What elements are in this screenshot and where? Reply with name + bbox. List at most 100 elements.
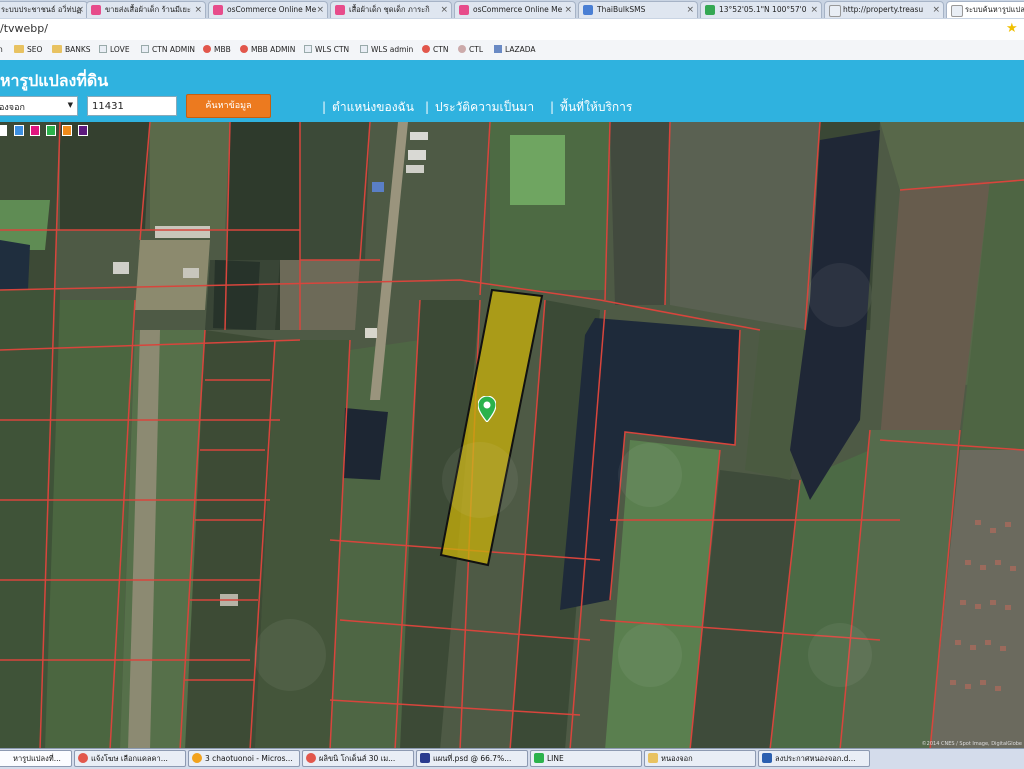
browser-tab[interactable]: http://property.treasu ×: [824, 1, 944, 18]
chrome-icon: [306, 753, 316, 763]
nav-my-location[interactable]: | ตำแหน่งของฉัน: [322, 98, 414, 117]
close-tab-icon[interactable]: ×: [932, 2, 940, 18]
color-swatch-purple[interactable]: [78, 125, 88, 136]
bookmark-ctl[interactable]: CTL: [458, 43, 483, 56]
district-select[interactable]: องจอก ▼: [0, 96, 78, 116]
close-tab-icon[interactable]: ×: [194, 2, 202, 18]
taskbar-item[interactable]: หารูปแปลงที่...: [0, 750, 72, 767]
browser-tab[interactable]: osCommerce Online Me ×: [454, 1, 576, 18]
close-tab-icon[interactable]: ×: [76, 2, 84, 18]
browser-tab-bar: ระบบประชาชนธ์ อวิ่ท่ปฏ × ขายส่งเสื้อผ้าเด…: [0, 0, 1024, 20]
close-tab-icon[interactable]: ×: [564, 2, 572, 18]
browser-tab[interactable]: ThaiBulkSMS ×: [578, 1, 698, 18]
bookmark-item[interactable]: n: [0, 43, 3, 56]
bookmark-folder-seo[interactable]: SEO: [14, 43, 42, 56]
ctn-icon: [422, 45, 430, 53]
color-swatch-blue[interactable]: [14, 125, 24, 136]
taskbar-item[interactable]: ลงประกาศหนองจอก.d...: [758, 750, 870, 767]
parcel-number-input[interactable]: [87, 96, 177, 116]
taskbar-item[interactable]: หนองจอก: [644, 750, 756, 767]
bookmark-ctn-admin[interactable]: CTN ADMIN: [141, 43, 195, 56]
page-title: หารูปแปลงที่ดิน: [0, 71, 109, 90]
color-swatch-green[interactable]: [46, 125, 56, 136]
search-button[interactable]: ค้นหาข้อมูล: [186, 94, 271, 118]
folder-icon: [648, 753, 658, 763]
page-favicon-icon: [951, 5, 963, 17]
browser-tab-active[interactable]: ระบบค้นหารูปแปลงที่ดิ: [946, 1, 1024, 18]
bookmark-label: CTN: [433, 45, 449, 54]
color-swatch-orange[interactable]: [62, 125, 72, 136]
mbb-icon: [203, 45, 211, 53]
site-favicon-icon: [583, 5, 593, 15]
close-tab-icon[interactable]: ×: [686, 2, 694, 18]
page-icon: [99, 45, 107, 53]
nav-label: ตำแหน่งของฉัน: [332, 100, 414, 114]
bookmark-label: LOVE: [110, 45, 130, 54]
taskbar-item[interactable]: ผลิขนิ โกเด็นส์ 30 เม...: [302, 750, 414, 767]
page-icon: [141, 45, 149, 53]
windows-taskbar: หารูปแปลงที่... แจ้งโฆษ เลือกแคลคา... 3 …: [0, 748, 1024, 769]
map-attribution: ©2014 CNES / Spot Image, DigitalGlobe: [921, 741, 1022, 747]
bookmark-label: WLS admin: [371, 45, 414, 54]
close-tab-icon[interactable]: ×: [316, 2, 324, 18]
taskbar-item[interactable]: 3 chaotuonoi - Micros...: [188, 750, 300, 767]
color-swatch-white[interactable]: [0, 125, 7, 136]
satellite-map[interactable]: [0, 122, 1024, 748]
nav-service-area[interactable]: | พื้นที่ให้บริการ: [550, 98, 632, 117]
tab-label: ThaiBulkSMS: [597, 5, 646, 14]
nav-label: พื้นที่ให้บริการ: [560, 100, 633, 114]
bookmark-label: CTL: [469, 45, 483, 54]
bookmark-label: MBB: [214, 45, 231, 54]
browser-tab[interactable]: เสื้อผ้าเด็ก ชุดเด็ก ภาระกิ ×: [330, 1, 452, 18]
map-canvas[interactable]: [0, 122, 1024, 748]
taskbar-label: แจ้งโฆษ เลือกแคลคา...: [91, 754, 168, 763]
map-pin-icon[interactable]: [478, 396, 496, 422]
bookmark-lazada[interactable]: LAZADA: [494, 43, 536, 56]
address-bar: /tvwebp/ ★: [0, 19, 1024, 41]
ctl-icon: [458, 45, 466, 53]
line-icon: [534, 753, 544, 763]
tab-label: osCommerce Online Me: [227, 5, 317, 14]
close-tab-icon[interactable]: ×: [440, 2, 448, 18]
bookmark-wls-admin[interactable]: WLS admin: [360, 43, 413, 56]
bookmark-wls-ctn[interactable]: WLS CTN: [304, 43, 349, 56]
taskbar-item[interactable]: แผนที่.psd @ 66.7%...: [416, 750, 528, 767]
taskbar-item[interactable]: แจ้งโฆษ เลือกแคลคา...: [74, 750, 186, 767]
bookmark-mbb-admin[interactable]: MBB ADMIN: [240, 43, 295, 56]
browser-tab[interactable]: ขายส่งเสื้อผ้าเด็ก ร้านมีเยะ ×: [86, 1, 206, 18]
taskbar-label: ผลิขนิ โกเด็นส์ 30 เม...: [319, 754, 396, 763]
tab-label: 13°52'05.1"N 100°57'0: [719, 5, 807, 14]
bookmark-star-icon[interactable]: ★: [1006, 21, 1020, 36]
bookmark-folder-banks[interactable]: BANKS: [52, 43, 91, 56]
site-favicon-icon: [213, 5, 223, 15]
color-swatch-magenta[interactable]: [30, 125, 40, 136]
windows-live-icon: [192, 753, 202, 763]
browser-tab[interactable]: 13°52'05.1"N 100°57'0 ×: [700, 1, 822, 18]
chevron-down-icon: ▼: [67, 101, 73, 109]
tab-label: ขายส่งเสื้อผ้าเด็ก ร้านมีเยะ: [105, 5, 191, 14]
bookmark-label: n: [0, 45, 3, 54]
bookmark-love[interactable]: LOVE: [99, 43, 130, 56]
mbb-icon: [240, 45, 248, 53]
tab-label: ระบบประชาชนธ์ อวิ่ท่ปฏ: [1, 5, 82, 14]
tab-label: http://property.treasu: [843, 5, 924, 14]
taskbar-item[interactable]: LINE: [530, 750, 642, 767]
nav-history[interactable]: | ประวัติความเป็นมา: [425, 98, 534, 117]
url-field[interactable]: /tvwebp/: [0, 22, 48, 35]
page-icon: [360, 45, 368, 53]
browser-tab[interactable]: osCommerce Online Me ×: [208, 1, 328, 18]
bookmark-mbb[interactable]: MBB: [203, 43, 231, 56]
maps-favicon-icon: [705, 5, 715, 15]
nav-label: ประวัติความเป็นมา: [435, 100, 535, 114]
folder-icon: [14, 45, 24, 53]
folder-icon: [52, 45, 62, 53]
close-tab-icon[interactable]: ×: [810, 2, 818, 18]
app-header: หารูปแปลงที่ดิน องจอก ▼ ค้นหาข้อมูล |ตำแ…: [0, 60, 1024, 122]
bookmark-label: MBB ADMIN: [251, 45, 296, 54]
browser-tab[interactable]: ระบบประชาชนธ์ อวิ่ท่ปฏ ×: [0, 1, 88, 18]
bookmark-label: LAZADA: [505, 45, 536, 54]
taskbar-label: LINE: [547, 754, 564, 763]
bookmark-label: CTN ADMIN: [152, 45, 196, 54]
bookmark-label: BANKS: [65, 45, 91, 54]
bookmark-ctn[interactable]: CTN: [422, 43, 448, 56]
